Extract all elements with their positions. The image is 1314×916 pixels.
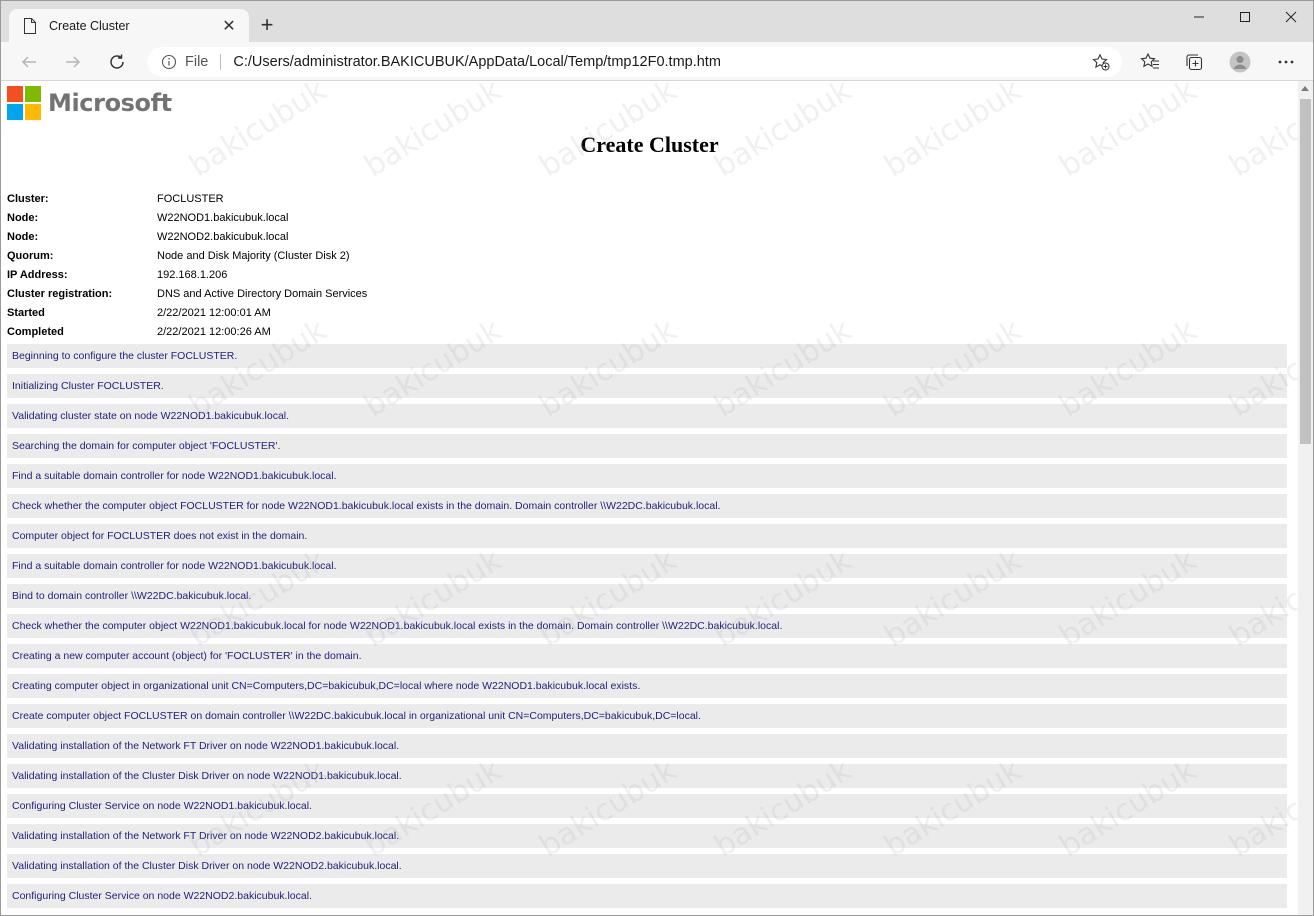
property-row: Completed 2/22/2021 12:00:26 AM <box>7 322 367 341</box>
property-row: Started 2/22/2021 12:00:01 AM <box>7 303 367 322</box>
close-icon[interactable]: ✕ <box>219 16 239 36</box>
log-item: Check whether the computer object W22NOD… <box>7 614 1287 638</box>
log-item: Validating installation of the Cluster D… <box>7 764 1287 788</box>
log-item: Validating installation of the Cluster D… <box>7 854 1287 878</box>
microsoft-logo-icon <box>7 86 41 120</box>
collections-icon[interactable] <box>1183 51 1205 73</box>
log-item: Bind to domain controller \\W22DC.bakicu… <box>7 584 1287 608</box>
browser-window: Create Cluster ✕ + File C:/Users/adminis… <box>0 0 1314 916</box>
log-item: Creating computer object in organization… <box>7 674 1287 698</box>
log-item: Validating cluster state on node W22NOD1… <box>7 404 1287 428</box>
property-value: 192.168.1.206 <box>157 268 228 281</box>
tab-strip: Create Cluster ✕ + <box>1 1 1313 42</box>
property-row: Node: W22NOD1.bakicubuk.local <box>7 208 367 227</box>
progress-log: Beginning to configure the cluster FOCLU… <box>7 344 1287 914</box>
property-value: W22NOD1.bakicubuk.local <box>157 211 289 224</box>
property-row: Quorum: Node and Disk Majority (Cluster D… <box>7 246 367 265</box>
property-row: Node: W22NOD2.bakicubuk.local <box>7 227 367 246</box>
property-value: FOCLUSTER <box>157 192 224 205</box>
cluster-properties: Cluster: FOCLUSTER Node: W22NOD1.bakicubuk.… <box>7 189 367 341</box>
page-title: Create Cluster <box>580 132 719 157</box>
page-icon <box>24 17 36 34</box>
log-item: Validating installation of the Network F… <box>7 734 1287 758</box>
toolbar: File C:/Users/administrator.BAKICUBUK/Ap… <box>1 42 1313 81</box>
log-item: Validating installation of the Network F… <box>7 824 1287 848</box>
property-value: W22NOD2.bakicubuk.local <box>157 230 289 243</box>
property-value: Node and Disk Majority (Cluster Disk 2) <box>157 249 350 262</box>
property-key: Quorum: <box>7 249 54 262</box>
log-item: Find a suitable domain controller for no… <box>7 554 1287 578</box>
log-item: Initializing Cluster FOCLUSTER. <box>7 374 1287 398</box>
scroll-up-icon[interactable] <box>1301 86 1309 91</box>
property-row: IP Address: 192.168.1.206 <box>7 265 367 284</box>
forward-arrow-icon[interactable] <box>59 48 87 76</box>
window-close-icon[interactable] <box>1268 1 1313 33</box>
url-text[interactable]: C:/Users/administrator.BAKICUBUK/AppData… <box>233 54 1090 70</box>
log-item: Check whether the computer object FOCLUS… <box>7 494 1287 518</box>
more-icon[interactable] <box>1275 51 1297 73</box>
property-key: Node: <box>7 230 39 243</box>
log-item: Searching the domain for computer object… <box>7 434 1287 458</box>
maximize-icon[interactable] <box>1222 1 1268 33</box>
logo-text: Microsoft <box>48 89 172 117</box>
property-value: 2/22/2021 12:00:01 AM <box>157 306 271 319</box>
microsoft-logo: Microsoft <box>7 86 172 120</box>
refresh-icon[interactable] <box>103 48 131 76</box>
log-item: Beginning to configure the cluster FOCLU… <box>7 344 1287 368</box>
plus-icon[interactable]: + <box>255 12 279 37</box>
property-value: 2/22/2021 12:00:26 AM <box>157 325 271 338</box>
log-item: Find a suitable domain controller for no… <box>7 464 1287 488</box>
scrollbar[interactable] <box>1298 81 1313 915</box>
address-separator <box>220 54 222 70</box>
log-item: Configuring Cluster Service on node W22N… <box>7 884 1287 908</box>
property-value: DNS and Active Directory Domain Services <box>157 287 368 300</box>
file-label: File <box>185 54 209 70</box>
log-item: Creating a new computer account (object)… <box>7 644 1287 668</box>
property-key: Started <box>7 306 45 319</box>
property-key: Node: <box>7 211 39 224</box>
info-icon[interactable] <box>161 54 177 70</box>
property-key: IP Address: <box>7 268 68 281</box>
scrollbar-thumb[interactable] <box>1300 99 1311 444</box>
property-row: Cluster: FOCLUSTER <box>7 189 367 208</box>
favorites-icon[interactable] <box>1139 51 1161 73</box>
back-arrow-icon[interactable] <box>15 48 43 76</box>
profile-icon[interactable] <box>1229 51 1251 73</box>
tab-create-cluster[interactable]: Create Cluster ✕ <box>9 9 249 42</box>
property-key: Cluster: <box>7 192 49 205</box>
address-bar[interactable]: File C:/Users/administrator.BAKICUBUK/Ap… <box>147 47 1122 77</box>
page-viewport: Microsoft Create Cluster Cluster: FOCLUST… <box>1 81 1298 915</box>
property-row: Cluster registration: DNS and Active Dire… <box>7 284 367 303</box>
log-item: Configuring Cluster Service on node W22N… <box>7 794 1287 818</box>
property-key: Cluster registration: <box>7 287 113 300</box>
add-favorite-icon[interactable] <box>1090 51 1112 73</box>
log-item: Computer object for FOCLUSTER does not e… <box>7 524 1287 548</box>
tab-title: Create Cluster <box>49 18 130 33</box>
minimize-icon[interactable] <box>1176 1 1222 33</box>
log-item: Create computer object FOCLUSTER on doma… <box>7 704 1287 728</box>
property-key: Completed <box>7 325 64 338</box>
